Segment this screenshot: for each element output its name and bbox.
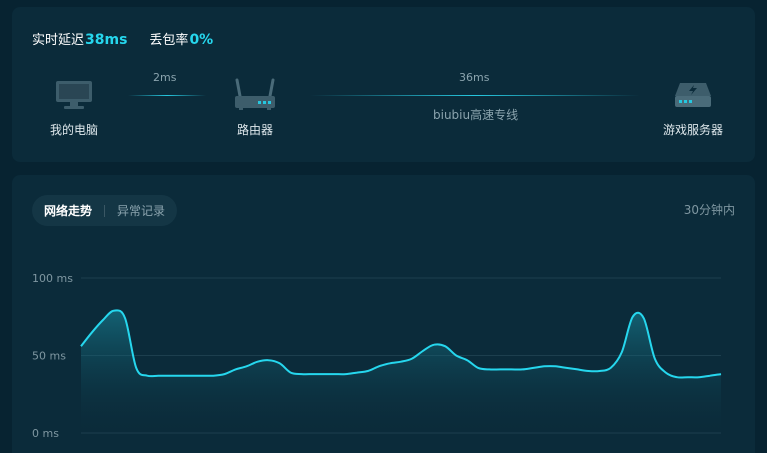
packet-loss-label: 丢包率 bbox=[149, 33, 189, 48]
node-label: 我的电脑 bbox=[49, 123, 98, 137]
stats-row: 实时延迟38ms 丢包率0% bbox=[32, 29, 213, 48]
dedicated-line-label: biubiu高速专线 bbox=[433, 108, 519, 122]
link-latency: 2ms bbox=[153, 71, 177, 84]
node-router: 路由器 bbox=[210, 75, 300, 138]
monitor-icon bbox=[29, 75, 119, 115]
router-icon bbox=[210, 75, 300, 115]
packet-loss-stat: 丢包率0% bbox=[149, 29, 213, 48]
latency-chart: 100 ms 50 ms 0 ms bbox=[32, 272, 722, 440]
node-game-server: 游戏服务器 bbox=[648, 75, 738, 138]
packet-loss-value: 0% bbox=[189, 32, 214, 48]
node-label: 路由器 bbox=[236, 123, 273, 137]
latency-value: 38ms bbox=[85, 32, 128, 48]
y-tick-label: 100 ms bbox=[32, 272, 73, 285]
route-card: 实时延迟38ms 丢包率0% 我的电脑 2ms 路由器 36ms biubiu高… bbox=[12, 7, 755, 162]
latency-area bbox=[81, 310, 721, 433]
link-line bbox=[310, 95, 640, 96]
link-latency: 36ms bbox=[459, 71, 490, 84]
y-tick-label: 0 ms bbox=[32, 427, 59, 440]
latency-stat: 实时延迟38ms bbox=[32, 29, 127, 48]
y-tick-label: 50 ms bbox=[32, 350, 66, 363]
trend-card: 网络走势 异常记录 30分钟内 100 ms 50 ms 0 ms bbox=[12, 175, 755, 453]
server-icon bbox=[648, 75, 738, 115]
latency-label: 实时延迟 bbox=[32, 33, 85, 48]
node-my-computer: 我的电脑 bbox=[29, 75, 119, 138]
y-axis-labels: 100 ms 50 ms 0 ms bbox=[32, 272, 73, 440]
node-label: 游戏服务器 bbox=[662, 123, 723, 137]
link-line bbox=[128, 95, 206, 96]
